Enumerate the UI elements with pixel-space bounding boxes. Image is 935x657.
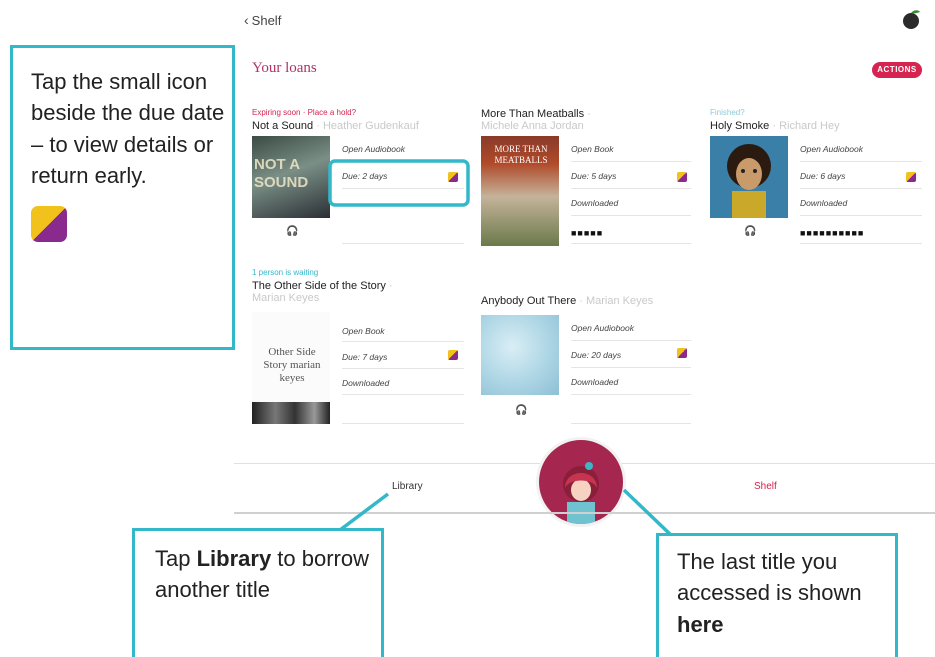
loan-author: Heather Gudenkauf bbox=[322, 120, 419, 132]
reading-progress: ■■■■■■■■■■ bbox=[800, 228, 865, 238]
loan-title: Holy Smoke bbox=[710, 120, 770, 132]
section-title: Your loans bbox=[252, 60, 317, 76]
open-audiobook-link[interactable]: Open Audiobook bbox=[800, 144, 863, 154]
library-callout: Tap Library to borrow another title bbox=[132, 528, 384, 657]
cover-art bbox=[727, 144, 771, 218]
due-date: Due: 7 days bbox=[342, 352, 388, 362]
loan-title-line[interactable]: Holy Smoke · Richard Hey bbox=[710, 120, 840, 132]
loan-title-line[interactable]: Anybody Out There · Marian Keyes bbox=[481, 295, 653, 307]
here-bold: here bbox=[677, 611, 724, 637]
download-status: Downloaded bbox=[571, 377, 619, 387]
due-date: Due: 20 days bbox=[571, 350, 622, 360]
reading-progress: ■■■■■ bbox=[571, 228, 604, 238]
details-square-icon[interactable] bbox=[677, 348, 687, 358]
loan-card: Anybody Out There · Marian Keyes Open Au… bbox=[481, 295, 691, 430]
shelf-tab[interactable]: Shelf bbox=[754, 481, 777, 492]
details-square-icon bbox=[31, 205, 67, 242]
book-cover[interactable] bbox=[481, 315, 559, 395]
due-icon-callout-text: Tap the small icon beside the due date –… bbox=[31, 69, 225, 189]
loan-title: The Other Side of the Story bbox=[252, 280, 386, 292]
headphones-icon: 🎧 bbox=[744, 226, 757, 237]
back-label: Shelf bbox=[251, 13, 282, 28]
cover-text: MORE THAN MEATBALLS bbox=[494, 144, 548, 165]
open-audiobook-link[interactable]: Open Audiobook bbox=[571, 323, 634, 333]
last-title-callout: The last title you accessed is shown her… bbox=[656, 533, 898, 657]
library-bold: Library bbox=[196, 546, 272, 571]
book-cover[interactable]: MORE THAN MEATBALLS bbox=[481, 136, 559, 246]
details-square-icon[interactable] bbox=[448, 172, 458, 182]
leaf-avatar-icon[interactable] bbox=[900, 8, 922, 30]
download-status: Downloaded bbox=[800, 198, 848, 208]
headphones-icon: 🎧 bbox=[286, 226, 299, 237]
due-icon-callout: Tap the small icon beside the due date –… bbox=[10, 45, 235, 350]
loan-title-line[interactable]: More Than Meatballs · Michele Anna Jorda… bbox=[481, 108, 591, 132]
details-square-icon[interactable] bbox=[906, 172, 916, 182]
open-book-link[interactable]: Open Book bbox=[571, 144, 614, 154]
actions-button[interactable]: ACTIONS bbox=[872, 62, 922, 78]
loan-author: Richard Hey bbox=[779, 120, 840, 132]
due-date: Due: 2 days bbox=[342, 171, 388, 181]
book-cover[interactable] bbox=[710, 136, 788, 218]
library-tab[interactable]: Library bbox=[392, 481, 423, 492]
loan-author: Michele Anna Jordan bbox=[481, 120, 584, 132]
open-audiobook-link[interactable]: Open Audiobook bbox=[342, 144, 405, 154]
loan-card: 1 person is waiting The Other Side of th… bbox=[252, 268, 464, 428]
loan-title: Not a Sound bbox=[252, 120, 314, 132]
loan-card: Expiring soon · Place a hold? Not a Soun… bbox=[252, 108, 464, 248]
loan-tag[interactable]: Finished? bbox=[710, 108, 745, 117]
chevron-left-icon: ‹ bbox=[244, 12, 249, 28]
loan-author: Marian Keyes bbox=[585, 295, 654, 307]
headphones-icon: 🎧 bbox=[515, 405, 528, 416]
details-square-icon[interactable] bbox=[448, 350, 458, 360]
details-square-icon[interactable] bbox=[677, 172, 687, 182]
loan-title-line[interactable]: Not a Sound · Heather Gudenkauf bbox=[252, 120, 419, 132]
download-status: Downloaded bbox=[571, 198, 619, 208]
download-status: Downloaded bbox=[342, 378, 390, 388]
loan-title-line[interactable]: The Other Side of the Story · Marian Key… bbox=[252, 280, 393, 304]
back-to-shelf-link[interactable]: ‹ Shelf bbox=[244, 12, 281, 28]
loan-tag[interactable]: 1 person is waiting bbox=[252, 268, 318, 277]
due-date: Due: 6 days bbox=[800, 171, 846, 181]
loan-card: Finished? Holy Smoke · Richard Hey Open … bbox=[710, 108, 922, 248]
open-book-link[interactable]: Open Book bbox=[342, 326, 385, 336]
book-cover[interactable]: Other Side Story marian keyes bbox=[252, 312, 330, 424]
loan-title: More Than Meatballs bbox=[481, 108, 585, 120]
cover-text: NOT A SOUND bbox=[254, 156, 309, 191]
cover-art bbox=[252, 402, 330, 424]
loan-card: More Than Meatballs · Michele Anna Jorda… bbox=[481, 108, 691, 248]
cover-text: Other Side Story marian keyes bbox=[263, 346, 321, 384]
tabbar-bottom-edge bbox=[234, 512, 935, 514]
loan-author: Marian Keyes bbox=[252, 292, 320, 304]
loan-tag[interactable]: Expiring soon · Place a hold? bbox=[252, 108, 356, 117]
book-cover[interactable]: NOT A SOUND bbox=[252, 136, 330, 218]
due-date: Due: 5 days bbox=[571, 171, 617, 181]
loan-title: Anybody Out There bbox=[481, 295, 577, 307]
